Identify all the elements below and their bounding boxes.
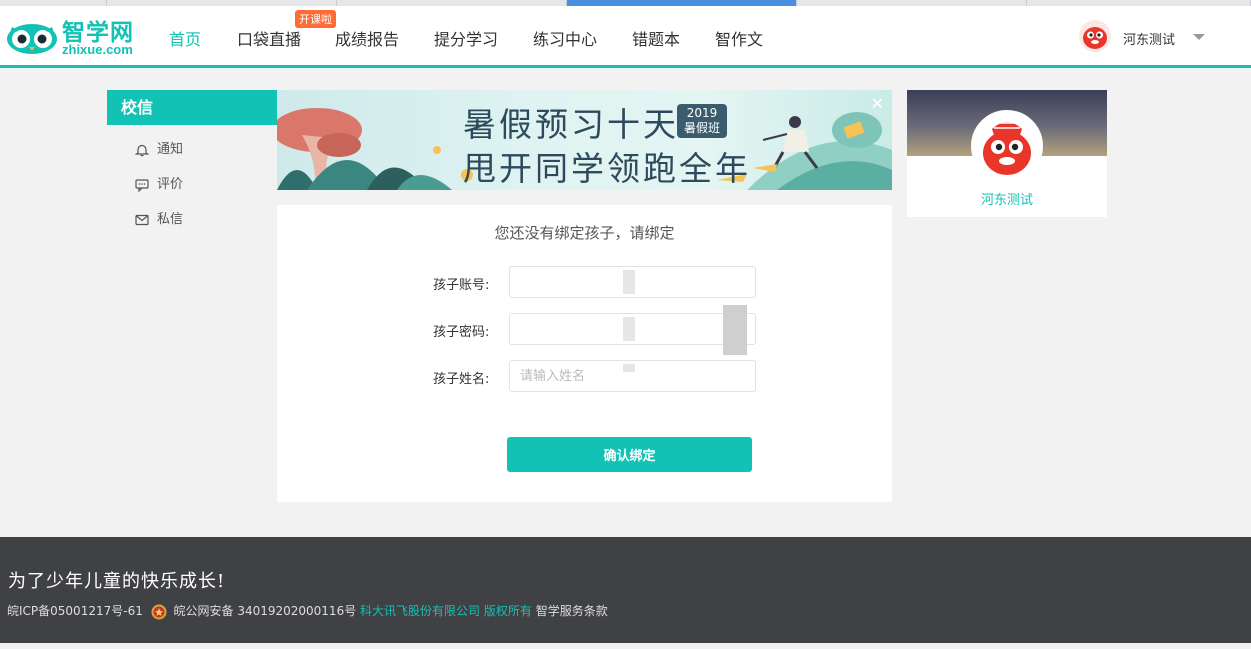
top-header: 智学网 zhixue.com 首页 口袋直播 开课啦 成绩报告 提分学习 练习中… (0, 6, 1251, 68)
sidebar-title: 校信 (107, 90, 277, 125)
new-course-badge: 开课啦 (295, 10, 336, 28)
main-content: 校信 通知 评价 私信 暑假预习十天 甩开同学领跑全年 2019 暑假班 ✕ 您… (107, 71, 1107, 537)
name-row: 孩子姓名: (277, 360, 892, 392)
nav-item-pocket-live[interactable]: 口袋直播 (237, 26, 301, 50)
nav-item-home[interactable]: 首页 (169, 26, 201, 50)
nav-item-score-report[interactable]: 成绩报告 (335, 26, 399, 50)
password-label: 孩子密码: (433, 325, 490, 340)
confirm-bind-button[interactable]: 确认绑定 (507, 437, 752, 472)
profile-name[interactable]: 河东测试 (907, 189, 1107, 208)
nav-item-improve-study[interactable]: 提分学习 (434, 26, 498, 50)
footer: 为了少年儿童的快乐成长! 皖ICP备05001217号-61 皖公网安备 340… (0, 537, 1251, 643)
owl-logo-icon (7, 24, 57, 54)
nav-item-mistake-book[interactable]: 错题本 (632, 26, 680, 50)
site-logo[interactable]: 智学网 zhixue.com (6, 15, 146, 61)
sidebar-item-label: 评价 (157, 177, 184, 192)
redaction-mask (623, 270, 635, 294)
form-title: 您还没有绑定孩子，请绑定 (494, 224, 675, 242)
bind-child-form: 您还没有绑定孩子，请绑定 孩子账号: 孩子密码: 孩子姓名: 确认绑定 (277, 205, 892, 502)
bell-icon (135, 144, 149, 157)
avatar-image (974, 113, 1040, 179)
police-badge-icon (151, 604, 167, 619)
banner-tag-text: 暑假班 (683, 121, 720, 135)
police-record: 皖公网安备 34019202000116号 (173, 604, 357, 618)
nav-item-smart-essay[interactable]: 智作文 (715, 26, 763, 50)
redaction-mask (723, 305, 747, 355)
avatar (1079, 20, 1111, 52)
sidebar-item-label: 通知 (157, 142, 184, 157)
sidebar-item-label: 私信 (157, 212, 184, 227)
company-link[interactable]: 科大讯飞股份有限公司 版权所有 (360, 604, 532, 618)
nav-item-practice-center[interactable]: 练习中心 (533, 26, 597, 50)
comment-icon (135, 179, 149, 192)
banner-tag: 2019 暑假班 (677, 104, 727, 138)
password-row: 孩子密码: (277, 305, 892, 355)
sidebar: 校信 通知 评价 私信 (107, 90, 277, 537)
banner-tag-year: 2019 (686, 106, 718, 120)
terms-link[interactable]: 智学服务条款 (536, 604, 608, 618)
banner-headline: 暑假预习十天 (463, 105, 679, 144)
banner-subheadline: 甩开同学领跑全年 (463, 149, 751, 188)
promo-banner[interactable]: 暑假预习十天 甩开同学领跑全年 2019 暑假班 ✕ (277, 90, 892, 190)
chevron-down-icon[interactable] (1193, 34, 1205, 40)
account-row: 孩子账号: (277, 266, 892, 298)
bottom-strip (0, 643, 1251, 649)
mail-icon (135, 214, 149, 226)
account-label: 孩子账号: (433, 278, 490, 293)
avatar[interactable] (971, 110, 1043, 182)
profile-card: 河东测试 (907, 90, 1107, 217)
footer-legal: 皖ICP备05001217号-61 皖公网安备 34019202000116号 … (7, 602, 608, 620)
logo-text-en: zhixue.com (62, 42, 133, 57)
user-name: 河东测试 (1123, 33, 1176, 48)
icp-number: 皖ICP备05001217号-61 (7, 604, 143, 618)
user-menu[interactable]: 河东测试 (1079, 20, 1209, 54)
redaction-mask (623, 364, 635, 372)
close-icon[interactable]: ✕ (871, 94, 884, 113)
footer-slogan: 为了少年儿童的快乐成长! (8, 571, 226, 592)
name-label: 孩子姓名: (433, 372, 490, 387)
redaction-mask (623, 317, 635, 341)
